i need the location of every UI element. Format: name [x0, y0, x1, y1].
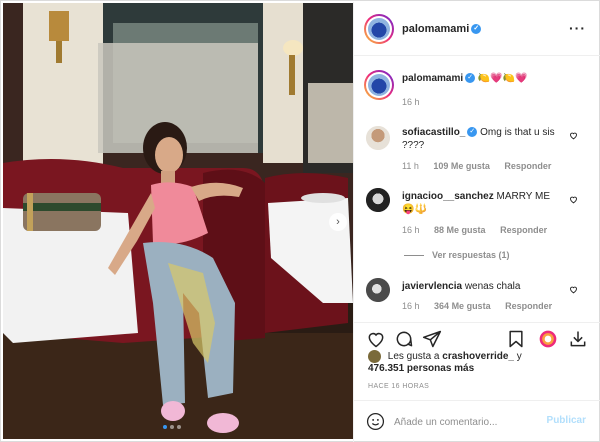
comment-composer: Publicar — [354, 400, 600, 442]
caption-time[interactable]: 16 h — [402, 97, 420, 107]
replies-divider — [404, 255, 424, 257]
post-timestamp[interactable]: HACE 16 HORAS — [368, 383, 429, 390]
carousel-dot — [163, 425, 167, 429]
comment-meta: 16 h 364 Me gusta Responder — [402, 301, 564, 311]
comment-time[interactable]: 11 h — [402, 161, 419, 171]
comment-likes[interactable]: 109 Me gusta — [433, 161, 490, 171]
carousel-next-button[interactable]: › — [329, 213, 347, 231]
bookmark-icon[interactable] — [506, 329, 526, 349]
caption-text: palomamami ✓ 🍋💗🍋💗 — [402, 72, 528, 85]
smiley-icon[interactable] — [366, 412, 385, 431]
commenter-username[interactable]: ignacioo__sanchez — [402, 191, 494, 202]
download-icon[interactable] — [568, 329, 588, 349]
post-header: palomamami ✓ ··· — [354, 2, 600, 56]
author-avatar[interactable] — [364, 14, 394, 44]
photo-image — [3, 3, 353, 439]
comment-likes[interactable]: 88 Me gusta — [434, 225, 486, 235]
liker-username[interactable]: crashoverride_ — [442, 351, 514, 362]
comment-meta: 11 h 109 Me gusta Responder — [402, 161, 563, 171]
carousel-dots — [163, 425, 181, 429]
chevron-right-icon: › — [336, 216, 340, 228]
commenter-avatar[interactable] — [366, 188, 390, 212]
likes-prefix: Les gusta a — [387, 351, 440, 363]
likes-connector: y — [516, 351, 522, 363]
reply-button[interactable]: Responder — [500, 225, 547, 235]
caption-emoji: 🍋💗🍋💗 — [477, 73, 528, 84]
comment-body: wenas chala — [464, 281, 521, 292]
verified-icon: ✓ — [471, 24, 482, 35]
comment-meta: 16 h 88 Me gusta Responder — [402, 225, 559, 235]
commenter-avatar[interactable] — [366, 278, 390, 302]
comment-text: sofiacastillo_ ✓ Omg is that u sis ???? — [402, 126, 572, 152]
view-replies-label[interactable]: Ver respuestas (1) — [432, 250, 510, 260]
carousel-dot — [170, 425, 174, 429]
caption-meta: 16 h — [402, 97, 432, 107]
author-name-link[interactable]: palomamami — [402, 23, 469, 35]
comment-emoji: 😝🔱 — [402, 204, 427, 215]
heart-icon[interactable] — [569, 195, 578, 204]
action-bar — [354, 322, 600, 352]
comment-time[interactable]: 16 h — [402, 301, 420, 311]
comment-text: javiervlencia wenas chala — [402, 280, 577, 293]
reply-button[interactable]: Responder — [505, 301, 552, 311]
heart-icon[interactable] — [569, 285, 578, 294]
likes-count[interactable]: 476.351 personas más — [368, 363, 474, 374]
more-options-icon[interactable]: ··· — [569, 20, 586, 36]
carousel-dot — [177, 425, 181, 429]
verified-icon: ✓ — [467, 127, 478, 138]
comment-time[interactable]: 16 h — [402, 225, 420, 235]
caption-avatar[interactable] — [364, 70, 394, 100]
author-username[interactable]: palomamami ✓ — [402, 23, 482, 35]
view-replies-button[interactable]: Ver respuestas (1) — [404, 250, 510, 260]
post-photo[interactable]: › — [3, 3, 353, 439]
likes-summary: Les gusta a crashoverride_ y 476.351 per… — [368, 350, 522, 375]
commenter-username[interactable]: sofiacastillo_ — [402, 127, 465, 138]
comment-text: ignacioo__sanchez MARRY ME 😝🔱 — [402, 190, 577, 216]
publish-button[interactable]: Publicar — [547, 415, 586, 426]
reply-button[interactable]: Responder — [504, 161, 551, 171]
post-side-panel: palomamami✓ ··· palomamami✓ 🍋💗🍋💗 16 h — [353, 2, 600, 442]
verified-icon: ✓ — [465, 73, 476, 84]
commenter-avatar[interactable] — [366, 126, 390, 150]
comment-icon[interactable] — [394, 329, 414, 349]
heart-icon[interactable] — [366, 329, 386, 349]
comment-input[interactable] — [394, 414, 534, 430]
caption-username[interactable]: palomamami — [402, 73, 463, 84]
heart-icon[interactable] — [569, 131, 578, 140]
extension-icon[interactable] — [538, 329, 558, 349]
post-window: › palomamami ✓ ··· palomamami ✓ 🍋💗🍋💗 16 … — [0, 0, 600, 442]
commenter-username[interactable]: javiervlencia — [402, 281, 462, 292]
comment-body: MARRY ME — [496, 191, 551, 202]
liker-avatar[interactable] — [368, 350, 381, 363]
comment-likes[interactable]: 364 Me gusta — [434, 301, 491, 311]
send-icon[interactable] — [422, 329, 442, 349]
